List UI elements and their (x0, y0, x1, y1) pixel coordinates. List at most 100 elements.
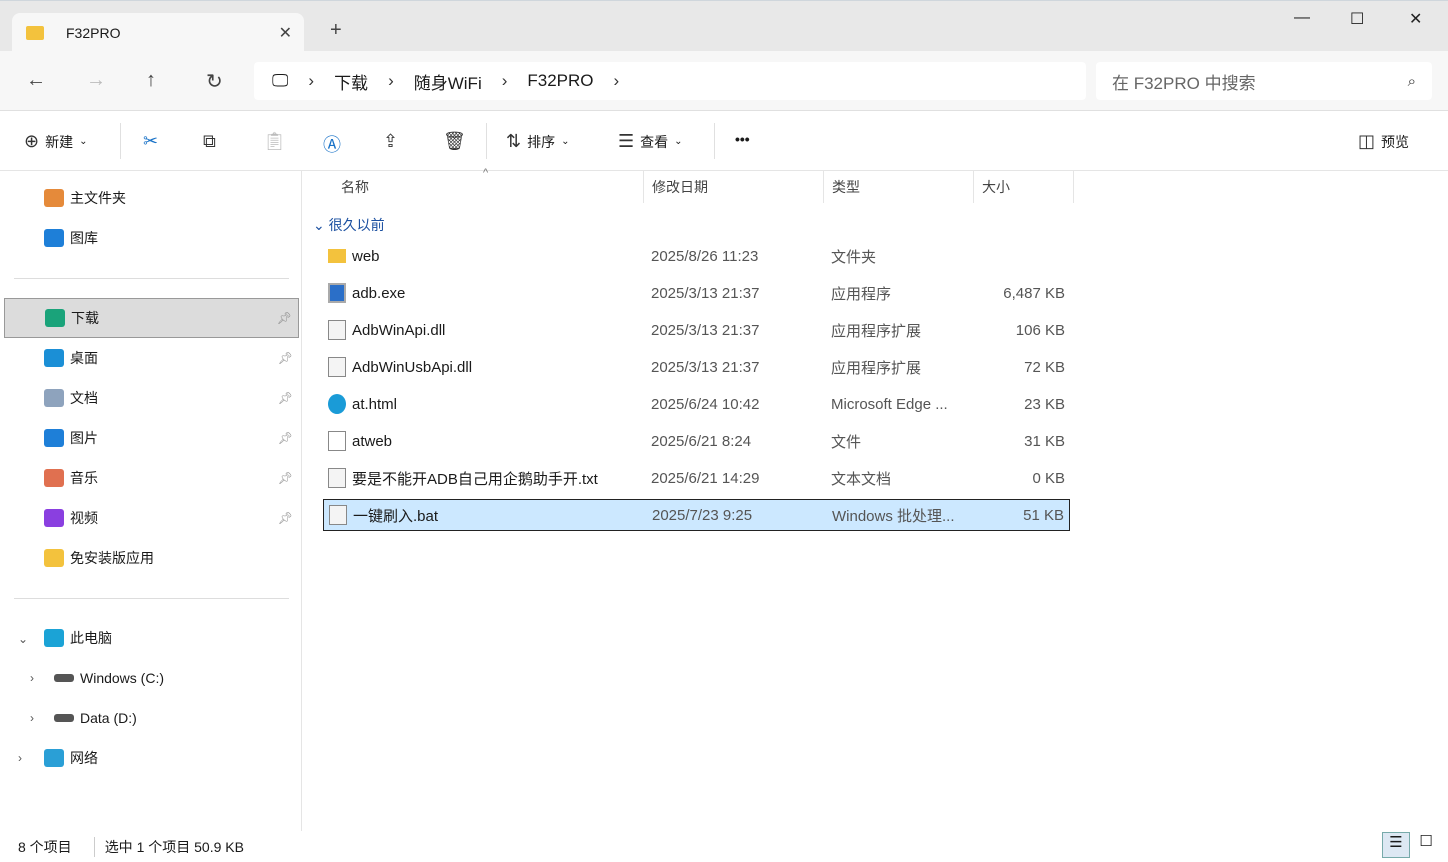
dll-file-icon (328, 357, 346, 377)
header-label: 名称 (341, 179, 369, 195)
file-row[interactable]: atweb 2025/6/21 8:24 文件 31 KB (323, 425, 1070, 457)
sidebar-label: Windows (C:) (80, 670, 165, 686)
tab-f32pro[interactable]: F32PRO ✕ (12, 13, 304, 52)
pin-icon[interactable]: 📌︎ (278, 471, 293, 485)
file-row[interactable]: AdbWinUsbApi.dll 2025/3/13 21:37 应用程序扩展 72 … (323, 351, 1070, 383)
file-type: 文件夹 (831, 248, 877, 266)
rename-icon: Ⓐ (323, 135, 341, 155)
file-name: at.html (352, 395, 398, 413)
sidebar-label: 主文件夹 (70, 190, 126, 206)
dll-file-icon (328, 320, 346, 340)
drive-icon (54, 674, 74, 682)
share-button[interactable]: ⇪ (383, 131, 398, 152)
rename-button[interactable]: Ⓐ (323, 131, 341, 157)
breadcrumb-item[interactable]: 下载 (334, 69, 368, 94)
trash-icon: 🗑︎ (443, 131, 466, 151)
sidebar-item-quick[interactable]: 下载 📌︎ (4, 298, 299, 338)
file-size: 72 KB (1024, 358, 1065, 376)
file-size: 6,487 KB (1003, 284, 1065, 302)
column-header-type[interactable]: 类型 (824, 171, 974, 203)
sidebar-item-quick[interactable]: 音乐 📌︎ (4, 458, 299, 498)
sidebar-label: 图片 (70, 430, 98, 446)
column-header-name[interactable]: 名称 (333, 171, 644, 203)
sidebar-item-this-pc[interactable]: 此电脑 (4, 618, 299, 658)
pin-icon[interactable]: 📌︎ (278, 511, 293, 525)
pin-icon[interactable]: 📌︎ (278, 391, 293, 405)
sidebar-item-home[interactable]: 主文件夹 (4, 178, 299, 218)
header-label: 修改日期 (652, 179, 708, 195)
file-row[interactable]: 一键刷入.bat 2025/7/23 9:25 Windows 批处理... 51 K… (323, 499, 1070, 531)
new-button[interactable]: ⊕ 新建 ⌄ (24, 131, 87, 152)
back-button[interactable]: ← (26, 69, 46, 92)
file-date: 2025/8/26 11:23 (651, 247, 759, 265)
more-options-button[interactable]: ••• (735, 131, 750, 147)
close-window-button[interactable]: ✕ (1409, 9, 1422, 29)
search-input[interactable]: 在 F32PRO 中搜索 ⌕ (1096, 62, 1432, 100)
folder-icon (44, 509, 64, 527)
breadcrumb-item[interactable]: F32PRO (527, 71, 593, 91)
new-tab-button[interactable]: + (330, 19, 342, 42)
close-tab-icon[interactable]: ✕ (279, 23, 292, 43)
file-type: 应用程序 (831, 285, 892, 303)
folder-icon (44, 349, 64, 367)
sidebar-item-drive-d[interactable]: Data (D:) (4, 698, 299, 738)
file-type: 应用程序扩展 (831, 322, 922, 340)
details-view-button[interactable]: ☰ (1382, 832, 1410, 858)
file-name: AdbWinApi.dll (352, 321, 446, 339)
column-header-size[interactable]: 大小 (974, 171, 1074, 203)
file-row[interactable]: adb.exe 2025/3/13 21:37 应用程序 6,487 KB (323, 277, 1070, 309)
view-lines-icon: ☰ (618, 131, 635, 151)
sidebar-item-network[interactable]: 网络 (4, 738, 299, 778)
item-count: 8 个项目 (18, 838, 72, 855)
preview-pane-button[interactable]: ◫ 预览 (1358, 131, 1409, 152)
file-type: 应用程序扩展 (831, 359, 922, 377)
header-label: 大小 (982, 179, 1010, 195)
paste-button[interactable]: 📋︎ (263, 131, 286, 152)
pin-icon[interactable]: 📌︎ (278, 351, 293, 365)
file-row[interactable]: at.html 2025/6/24 10:42 Microsoft Edge ...… (323, 388, 1070, 420)
breadcrumb-item[interactable]: 随身WiFi (414, 69, 482, 94)
up-button[interactable]: ↑ (146, 69, 156, 92)
sidebar-label: 网络 (70, 750, 98, 766)
file-name: 一键刷入.bat (353, 507, 439, 525)
column-header-date[interactable]: 修改日期 (644, 171, 824, 203)
cut-button[interactable]: ✂ (143, 131, 158, 152)
file-name: 要是不能开ADB自己用企鹅助手开.txt (352, 470, 598, 488)
group-header[interactable]: ⌄ 很久以前 (313, 215, 385, 235)
sidebar-item-quick[interactable]: 视频 📌︎ (4, 498, 299, 538)
file-name: adb.exe (352, 284, 406, 302)
sidebar-label: Data (D:) (80, 710, 137, 726)
sidebar-item-quick[interactable]: 免安装版应用 (4, 538, 299, 578)
file-size: 23 KB (1024, 395, 1065, 413)
monitor-icon (44, 629, 64, 647)
file-row[interactable]: web 2025/8/26 11:23 文件夹 (323, 240, 1070, 272)
forward-button[interactable]: → (86, 69, 106, 92)
sidebar-item-drive-c[interactable]: Windows (C:) (4, 658, 299, 698)
tiles-view-button[interactable]: ☐ (1412, 832, 1440, 858)
file-row[interactable]: 要是不能开ADB自己用企鹅助手开.txt 2025/6/21 14:29 文本文档 0… (323, 462, 1070, 494)
bat-file-icon (329, 505, 347, 525)
sidebar-item-quick[interactable]: 文档 📌︎ (4, 378, 299, 418)
sidebar-item-quick[interactable]: 图片 📌︎ (4, 418, 299, 458)
file-name: AdbWinUsbApi.dll (352, 358, 473, 376)
address-bar[interactable]: 🖵 › 下载 › 随身WiFi › F32PRO › (254, 62, 1086, 100)
pin-icon[interactable]: 📌︎ (278, 431, 293, 445)
refresh-button[interactable]: ↻ (206, 69, 223, 94)
view-button[interactable]: ☰ 查看 ⌄ (618, 131, 683, 152)
sort-button[interactable]: ⇅ 排序 ⌄ (506, 131, 569, 152)
sidebar-item-gallery[interactable]: 图库 (4, 218, 299, 258)
minimize-button[interactable]: — (1294, 9, 1310, 27)
search-icon: ⌕ (1407, 72, 1416, 90)
sidebar-item-quick[interactable]: 桌面 📌︎ (4, 338, 299, 378)
folder-icon (44, 549, 64, 567)
file-date: 2025/6/21 14:29 (651, 469, 760, 487)
sort-label: 排序 (527, 133, 556, 150)
file-date: 2025/3/13 21:37 (651, 284, 760, 302)
pin-icon[interactable]: 📌︎ (277, 311, 292, 325)
file-row[interactable]: AdbWinApi.dll 2025/3/13 21:37 应用程序扩展 106 KB (323, 314, 1070, 346)
navigation-bar: ← → ↑ ↻ 🖵 › 下载 › 随身WiFi › F32PRO › 在 F32PRO … (0, 51, 1448, 111)
copy-button[interactable]: ⧉ (203, 131, 216, 152)
maximize-button[interactable]: ☐ (1350, 9, 1364, 29)
edge-file-icon (328, 394, 346, 414)
delete-button[interactable]: 🗑︎ (443, 131, 466, 152)
